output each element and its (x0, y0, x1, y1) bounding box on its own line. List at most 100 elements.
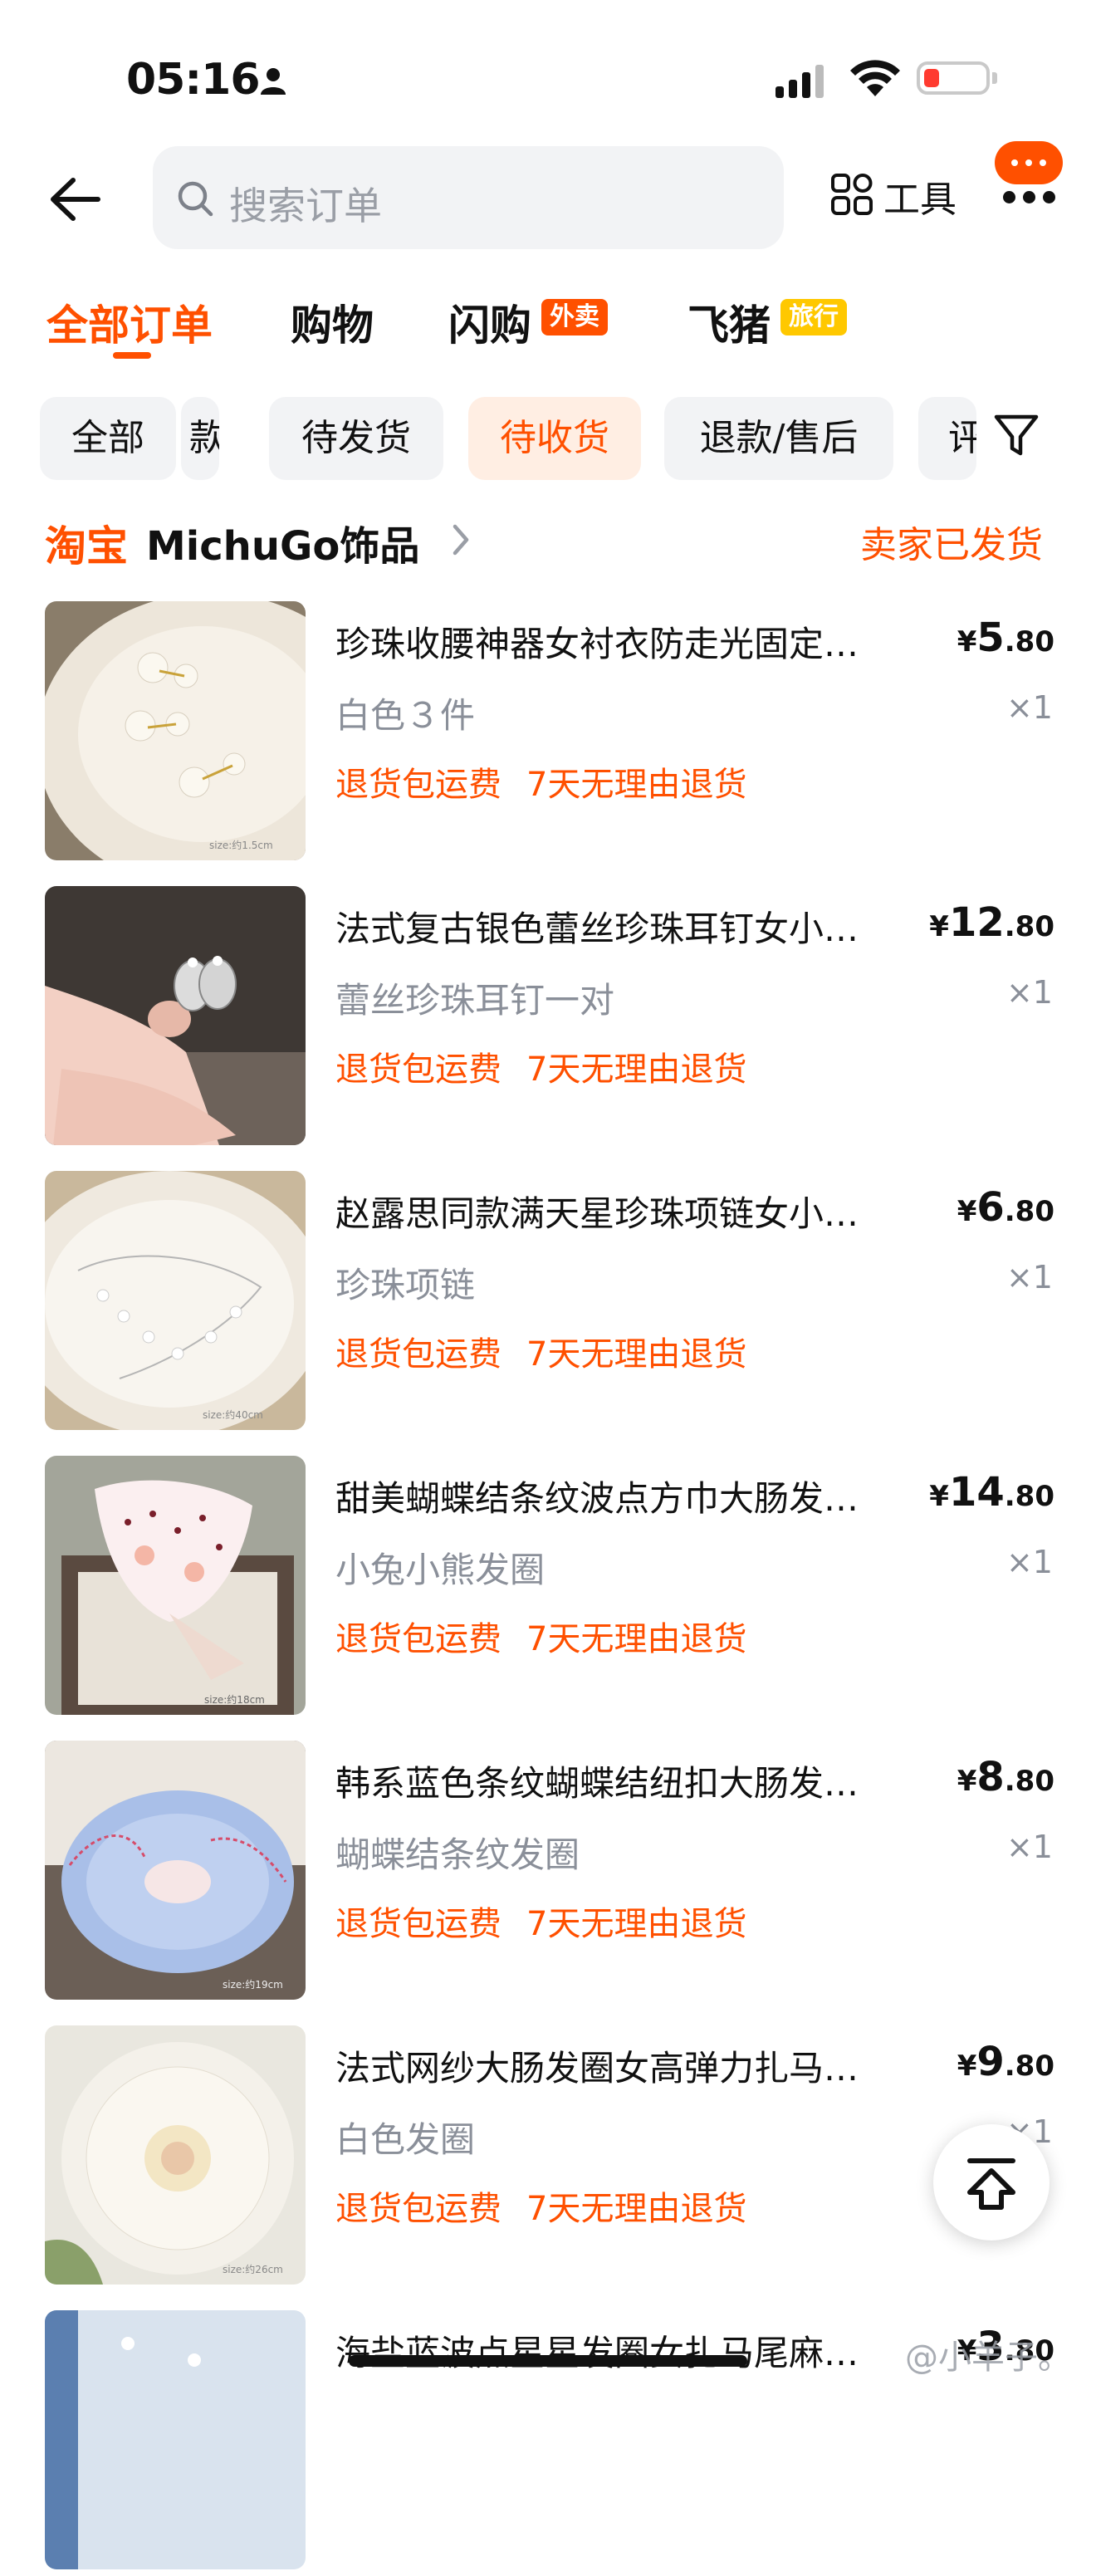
tab-shopping[interactable]: 购物 (291, 292, 374, 352)
size-label: size:约1.5cm (209, 839, 273, 851)
product-quantity: ×1 (1005, 1259, 1053, 1295)
tag-7day-return: 7天无理由退货 (526, 1620, 747, 1658)
currency-symbol: ¥ (929, 910, 949, 943)
service-tags: 退货包运费 7天无理由退货 (335, 2182, 746, 2230)
tag-7day-return: 7天无理由退货 (526, 1905, 747, 1943)
tab-all-orders[interactable]: 全部订单 (46, 292, 213, 352)
filter-chip-review[interactable]: 评 (918, 397, 976, 480)
status-time: 05:16 (126, 55, 261, 105)
size-label: size:约18cm (204, 1693, 265, 1706)
filter-chip-refund[interactable]: 退款/售后 (664, 397, 893, 480)
product-thumbnail[interactable]: size:约26cm (45, 2025, 306, 2285)
price-decimal: .80 (1004, 625, 1054, 659)
product-spec: 蕾丝珍珠耳钉一对 (335, 980, 615, 1021)
tab-flash-buy[interactable]: 闪购 (448, 292, 531, 352)
size-label: size:约40cm (203, 1408, 263, 1421)
order-item[interactable]: size:约1.5cm 珍珠收腰神器女衬衣防走光固定… ¥5.80 白色３件 ×… (0, 601, 1096, 867)
price-integer: 14 (948, 1469, 1005, 1516)
more-menu-button[interactable] (995, 141, 1069, 213)
tools-label: 工具 (883, 179, 957, 221)
battery-tip (992, 72, 997, 84)
grid-tools-icon (831, 174, 873, 215)
product-spec: 白色３件 (335, 695, 476, 736)
service-tags: 退货包运费 7天无理由退货 (335, 1897, 746, 1945)
tag-free-return-shipping: 退货包运费 (335, 1620, 502, 1658)
product-thumbnail[interactable] (45, 2310, 306, 2569)
service-tags: 退货包运费 7天无理由退货 (335, 1042, 746, 1090)
order-item[interactable]: size:约40cm 赵露思同款满天星珍珠项链女小… ¥6.80 珍珠项链 ×1… (0, 1171, 1096, 1437)
shop-name[interactable]: MichuGo饰品 (146, 513, 419, 571)
product-thumbnail[interactable] (45, 886, 306, 1145)
product-quantity: ×1 (1005, 1544, 1053, 1580)
filter-chip-all[interactable]: 全部 (40, 397, 176, 480)
price-integer: 12 (948, 899, 1005, 946)
search-box[interactable]: 搜索订单 (153, 146, 784, 249)
product-price: ¥14.80 (929, 1469, 1054, 1516)
product-price: ¥6.80 (957, 1184, 1054, 1231)
filter-chip-payment-label: 款 (189, 417, 219, 459)
tag-free-return-shipping: 退货包运费 (335, 2190, 502, 2228)
size-label: size:约19cm (223, 1978, 283, 1991)
price-decimal: .80 (1004, 1195, 1054, 1228)
tag-7day-return: 7天无理由退货 (526, 766, 747, 804)
product-price: ¥8.80 (957, 1754, 1054, 1800)
chevron-right-icon[interactable] (450, 523, 472, 556)
order-item[interactable]: 法式复古银色蕾丝珍珠耳钉女小… ¥12.80 蕾丝珍珠耳钉一对 ×1 退货包运费… (0, 886, 1096, 1152)
wifi-icon (850, 60, 900, 96)
product-price: ¥12.80 (929, 899, 1054, 946)
product-title[interactable]: 赵露思同款满天星珍珠项链女小… (335, 1186, 908, 1237)
product-spec: 小兔小熊发圈 (335, 1550, 546, 1590)
weibo-watermark: @小羊子。 (905, 2338, 1071, 2377)
product-quantity: ×1 (1005, 974, 1053, 1011)
service-tags: 退货包运费 7天无理由退货 (335, 757, 746, 806)
price-decimal: .80 (1004, 1480, 1054, 1513)
travel-badge: 旅行 (780, 299, 847, 335)
product-thumbnail[interactable]: size:约40cm (45, 1171, 306, 1430)
price-decimal: .80 (1004, 1765, 1054, 1798)
order-item[interactable]: size:约26cm 法式网纱大肠发圈女高弹力扎马… ¥9.80 白色发圈 ×1… (0, 2025, 1096, 2291)
shop-order-status: 卖家已发货 (860, 524, 1043, 566)
product-title[interactable]: 海盐蓝波点星星发圈女扎马尾麻… (335, 2325, 908, 2376)
filter-chip-review-label: 评 (948, 417, 976, 459)
currency-symbol: ¥ (957, 625, 977, 659)
product-thumbnail[interactable]: size:约1.5cm (45, 601, 306, 860)
product-spec: 珍珠项链 (335, 1265, 476, 1305)
product-thumbnail[interactable]: size:约18cm (45, 1456, 306, 1715)
service-tags: 退货包运费 7天无理由退货 (335, 1612, 746, 1660)
filter-funnel-icon[interactable] (993, 412, 1040, 460)
currency-symbol: ¥ (957, 1765, 977, 1798)
tag-7day-return: 7天无理由退货 (526, 1335, 747, 1374)
currency-symbol: ¥ (929, 1480, 949, 1513)
home-indicator[interactable] (349, 2355, 747, 2367)
taobao-logo: 淘宝 (45, 522, 128, 571)
back-to-top-button[interactable] (933, 2124, 1050, 2241)
tag-free-return-shipping: 退货包运费 (335, 1335, 502, 1374)
product-title[interactable]: 甜美蝴蝶结条纹波点方巾大肠发… (335, 1471, 908, 1521)
person-icon (261, 68, 286, 95)
filter-chip-to-ship[interactable]: 待发货 (269, 397, 443, 480)
filter-chip-to-receive[interactable]: 待收货 (468, 397, 641, 480)
product-title[interactable]: 珍珠收腰神器女衬衣防走光固定… (335, 616, 908, 667)
order-item[interactable]: size:约19cm 韩系蓝色条纹蝴蝶结纽扣大肠发… ¥8.80 蝴蝶结条纹发圈… (0, 1741, 1096, 2006)
product-quantity: ×1 (1005, 1829, 1053, 1865)
product-title[interactable]: 法式复古银色蕾丝珍珠耳钉女小… (335, 901, 908, 952)
tag-free-return-shipping: 退货包运费 (335, 1050, 502, 1089)
tag-free-return-shipping: 退货包运费 (335, 766, 502, 804)
price-integer: 6 (976, 1184, 1005, 1231)
product-title[interactable]: 韩系蓝色条纹蝴蝶结纽扣大肠发… (335, 1756, 908, 1806)
back-arrow-icon[interactable] (46, 170, 105, 228)
price-decimal: .80 (1004, 910, 1054, 943)
product-price: ¥9.80 (957, 2039, 1054, 2085)
size-label: size:约26cm (223, 2263, 283, 2275)
product-title[interactable]: 法式网纱大肠发圈女高弹力扎马… (335, 2040, 908, 2091)
filter-chip-payment[interactable]: 款 (181, 397, 219, 480)
search-icon (178, 181, 213, 217)
tag-free-return-shipping: 退货包运费 (335, 1905, 502, 1943)
service-tags: 退货包运费 7天无理由退货 (335, 1327, 746, 1375)
tab-fliggy[interactable]: 飞猪 (687, 292, 771, 352)
message-bubble-icon (995, 141, 1063, 184)
currency-symbol: ¥ (957, 2050, 977, 2083)
battery-icon (917, 61, 990, 95)
order-item[interactable]: size:约18cm 甜美蝴蝶结条纹波点方巾大肠发… ¥14.80 小兔小熊发圈… (0, 1456, 1096, 1721)
product-thumbnail[interactable]: size:约19cm (45, 1741, 306, 2000)
